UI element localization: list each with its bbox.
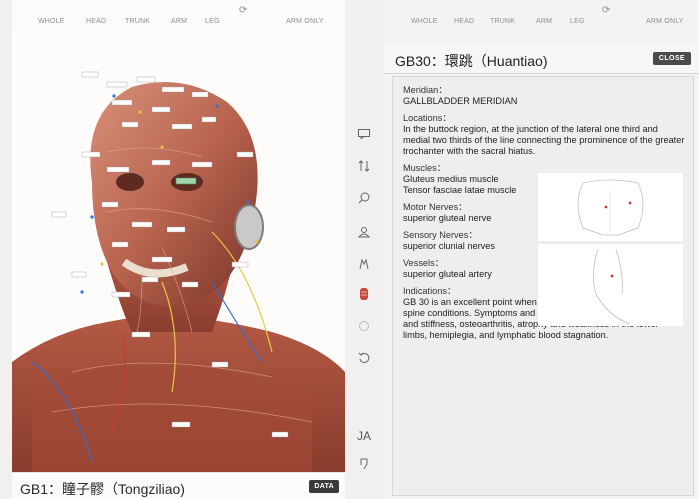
body-layers-icon[interactable] xyxy=(356,256,372,272)
motor-nerves-label: Motor Nerves： xyxy=(403,202,468,212)
point-info-bar: GB1：瞳子髎（Tongziliao) DATA xyxy=(12,472,345,499)
meridian-label: Meridian： xyxy=(403,85,448,95)
language-toggle[interactable]: JA xyxy=(356,428,372,444)
muscles-value-1: Gluteus medius muscle xyxy=(403,174,499,184)
vessels-value: superior gluteal artery xyxy=(403,269,492,279)
hand-icon[interactable] xyxy=(356,456,372,472)
sensory-nerves-section: Sensory Nerves： superior clunial nerves xyxy=(403,230,538,252)
nav-trunk[interactable]: TRUNK xyxy=(125,18,150,25)
app-root: WHOLE HEAD TRUNK ARM LEG ⟳ ARM ONLY GB1：… xyxy=(0,0,699,499)
meridian-value: GALLBLADDER MERIDIAN xyxy=(403,96,518,106)
vessels-section: Vessels： superior gluteal artery xyxy=(403,258,538,280)
nav-whole[interactable]: WHOLE xyxy=(38,18,65,25)
nav-arm[interactable]: ARM xyxy=(536,18,552,25)
selected-point-title: GB1：瞳子髎（Tongziliao) xyxy=(20,481,185,497)
model-panel: WHOLE HEAD TRUNK ARM LEG ⟳ ARM ONLY GB1：… xyxy=(12,0,345,499)
nav-head[interactable]: HEAD xyxy=(454,18,474,25)
detail-body: Meridian： GALLBLADDER MERIDIAN Locations… xyxy=(392,76,694,496)
detail-header: GB30：環跳（Huantiao) CLOSE xyxy=(384,44,699,74)
search-icon[interactable] xyxy=(356,190,372,206)
locations-label: Locations： xyxy=(403,113,452,123)
meridian-section: Meridian： GALLBLADDER MERIDIAN xyxy=(403,85,685,107)
locations-section: Locations： In the buttock region, at the… xyxy=(403,113,685,157)
detail-title: GB30：環跳（Huantiao) xyxy=(395,53,548,69)
side-toolbar: JA xyxy=(350,120,378,480)
sort-icon[interactable] xyxy=(356,158,372,174)
nav-trunk[interactable]: TRUNK xyxy=(490,18,515,25)
person-icon[interactable] xyxy=(356,224,372,240)
sensory-nerves-label: Sensory Nerves： xyxy=(403,230,478,240)
detail-panel: WHOLE HEAD TRUNK ARM LEG ⟳ ARM ONLY GB30… xyxy=(384,0,699,499)
nav-arm[interactable]: ARM xyxy=(171,18,187,25)
nav-leg[interactable]: LEG xyxy=(570,18,585,25)
nav-head[interactable]: HEAD xyxy=(86,18,106,25)
selected-acupoint-label xyxy=(175,177,197,185)
nav-arm-only[interactable]: ARM ONLY xyxy=(646,18,684,25)
undo-icon[interactable] xyxy=(356,350,372,366)
muscles-section: Muscles： Gluteus medius muscle Tensor fa… xyxy=(403,163,538,196)
sync-icon[interactable]: ⟳ xyxy=(239,5,248,16)
locations-value: In the buttock region, at the junction o… xyxy=(403,124,685,156)
hip-figure-front xyxy=(538,173,683,241)
nav-whole[interactable]: WHOLE xyxy=(411,18,438,25)
refresh-icon[interactable] xyxy=(356,318,372,334)
close-button[interactable]: CLOSE xyxy=(652,52,691,65)
sync-icon[interactable]: ⟳ xyxy=(602,5,611,16)
nav-arm-only[interactable]: ARM ONLY xyxy=(286,18,324,25)
right-region-nav: WHOLE HEAD TRUNK ARM LEG ⟳ ARM ONLY xyxy=(384,5,699,32)
data-button[interactable]: DATA xyxy=(309,480,339,493)
muscles-value-2: Tensor fasciae latae muscle xyxy=(403,185,517,195)
motor-nerves-section: Motor Nerves： superior gluteal nerve xyxy=(403,202,538,224)
anatomy-3d-viewer[interactable] xyxy=(12,32,345,472)
nav-leg[interactable]: LEG xyxy=(205,18,220,25)
vessels-label: Vessels： xyxy=(403,258,444,268)
muscles-label: Muscles： xyxy=(403,163,446,173)
sensory-nerves-value: superior clunial nerves xyxy=(403,241,495,251)
hip-figure-side xyxy=(538,244,683,326)
motor-nerves-value: superior gluteal nerve xyxy=(403,213,492,223)
left-region-nav: WHOLE HEAD TRUNK ARM LEG ⟳ ARM ONLY xyxy=(12,5,345,32)
muscle-icon[interactable] xyxy=(356,286,372,302)
comment-icon[interactable] xyxy=(356,126,372,142)
anatomy-model[interactable] xyxy=(12,32,345,472)
